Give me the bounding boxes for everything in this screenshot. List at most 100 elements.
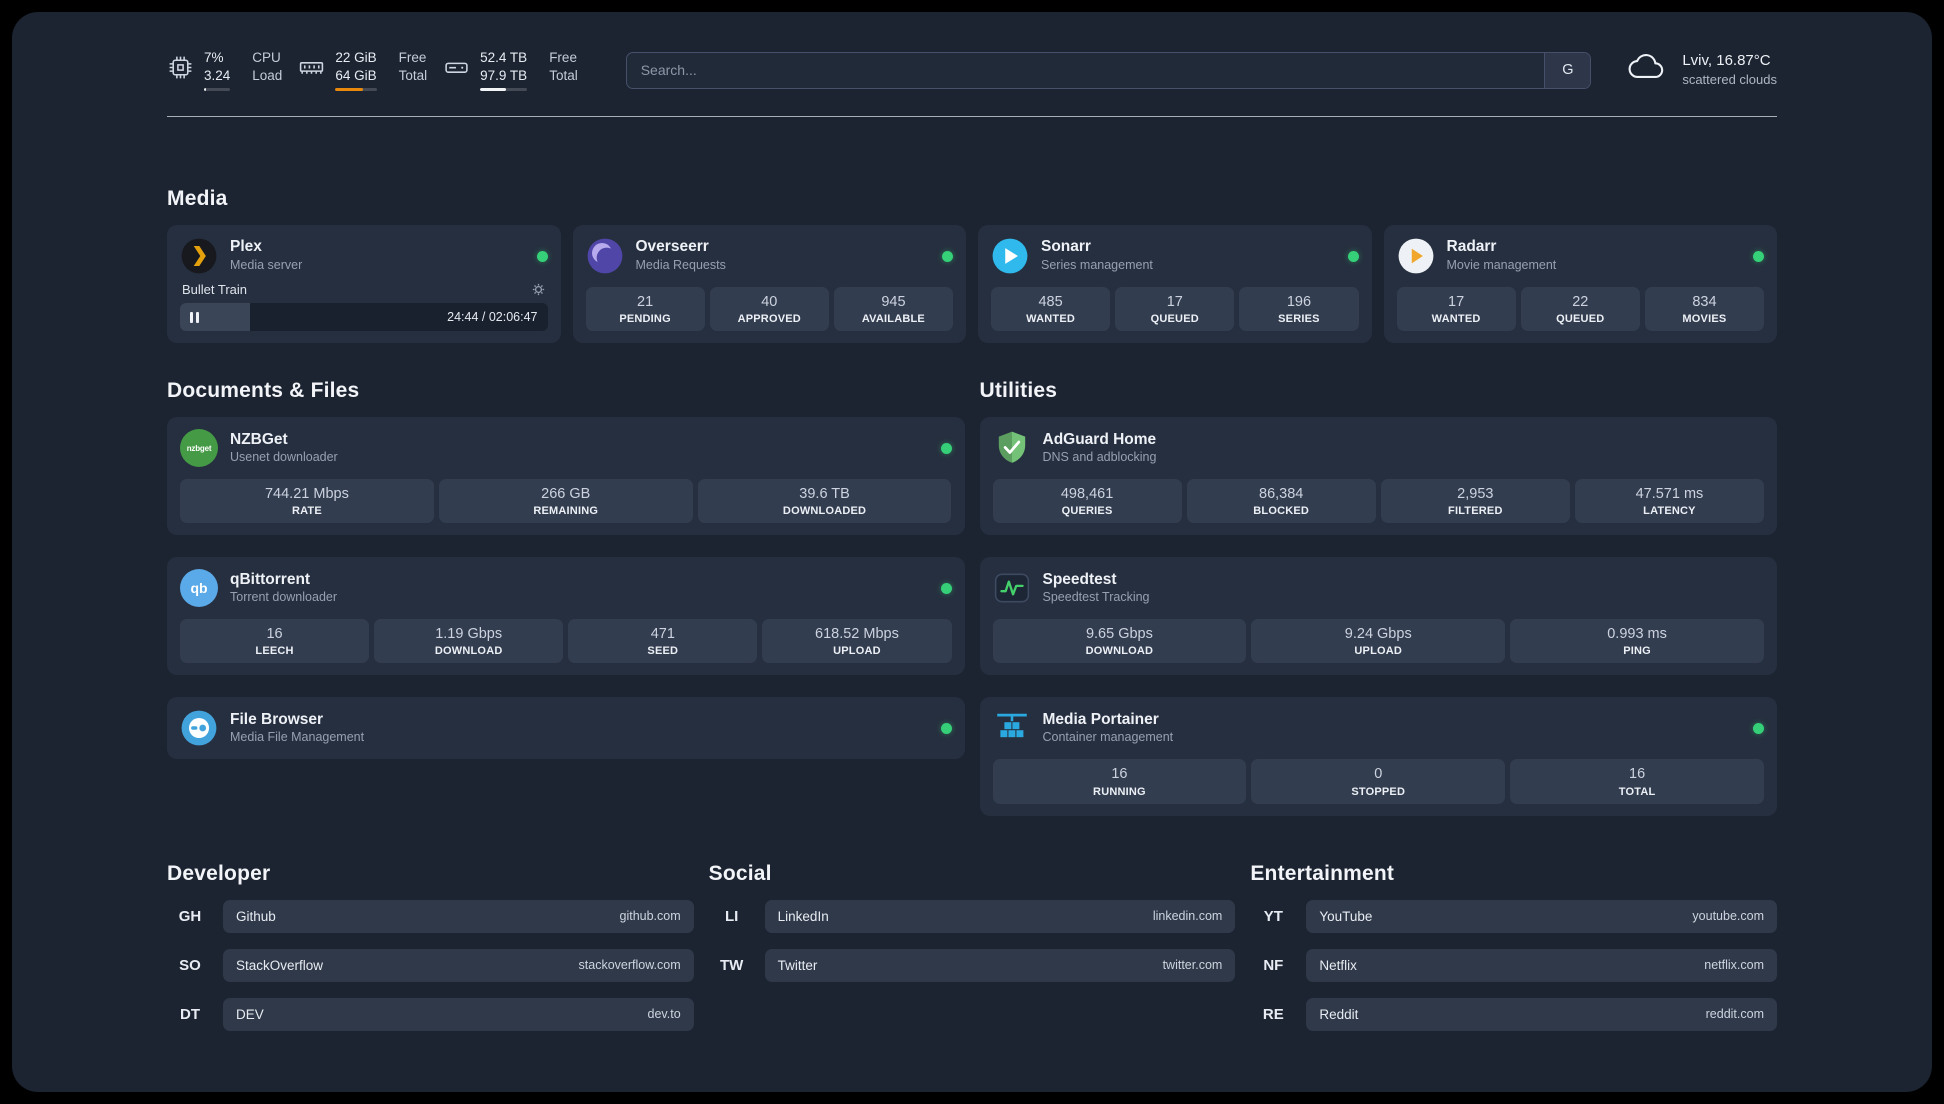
utilities-column: Utilities AdGuard Home DNS and adblockin…: [979, 379, 1777, 816]
weather-condition: scattered clouds: [1682, 72, 1777, 88]
section-title-utilities: Utilities: [979, 379, 1058, 403]
app-name: File Browser: [230, 710, 324, 728]
nzbget-icon: nzbget: [180, 429, 218, 468]
radarr-icon: [1397, 237, 1435, 275]
stat-tile: 9.65 Gbps DOWNLOAD: [992, 619, 1247, 664]
status-online-dot: [940, 582, 952, 594]
stat-tile: 22 QUEUED: [1520, 287, 1640, 332]
memory-usage-bar: [335, 88, 377, 92]
bookmark-link-github[interactable]: Github github.com: [223, 899, 694, 933]
app-card-plex[interactable]: Plex Media server Bullet Train 24:44 / 0…: [167, 225, 561, 344]
bookmarks-entertainment: Entertainment YT YouTube youtube.com NF …: [1250, 862, 1777, 1031]
status-online-dot: [1753, 722, 1764, 734]
sonarr-icon: [991, 237, 1029, 275]
stat-tile: 618.52 Mbps UPLOAD: [762, 619, 952, 664]
bookmark-abbr: GH: [178, 907, 202, 925]
header-divider: [167, 116, 1777, 117]
qbittorrent-icon: qb: [180, 569, 218, 608]
documents-column: Documents & Files nzbget NZBGet Usenet d…: [167, 379, 965, 760]
bookmark-link-netflix[interactable]: Netflix netflix.com: [1306, 948, 1777, 982]
filebrowser-icon: [180, 709, 218, 747]
app-subtitle: DNS and adblocking: [1042, 450, 1157, 465]
stat-tile: 1.19 Gbps DOWNLOAD: [374, 619, 564, 664]
bookmark-link-linkedin[interactable]: LinkedIn linkedin.com: [764, 899, 1236, 933]
adguard-icon: [993, 429, 1031, 467]
app-name: qBittorrent: [230, 570, 311, 588]
stat-tile: 196 SERIES: [1239, 287, 1359, 332]
cpu-load-label: Load: [252, 67, 283, 83]
app-subtitle: Torrent downloader: [230, 590, 338, 605]
now-playing-title: Bullet Train: [182, 282, 248, 297]
status-online-dot: [1753, 250, 1764, 262]
app-card-qbittorrent[interactable]: qb qBittorrent Torrent downloader 16 LEE…: [167, 557, 965, 676]
stat-tile: 0.993 ms PING: [1510, 619, 1764, 664]
stat-tile: 744.21 Mbps RATE: [180, 479, 434, 524]
media-card-row: Plex Media server Bullet Train 24:44 / 0…: [167, 225, 1777, 344]
bookmark-abbr: LI: [724, 907, 739, 925]
app-card-nzbget[interactable]: nzbget NZBGet Usenet downloader 744.21 M…: [167, 417, 965, 536]
bookmark-link-twitter[interactable]: Twitter twitter.com: [764, 948, 1236, 982]
stat-tile: 9.24 Gbps UPLOAD: [1251, 619, 1506, 664]
stat-tile: 266 GB REMAINING: [438, 479, 693, 524]
app-card-radarr[interactable]: Radarr Movie management 17 WANTED 22 QUE…: [1383, 225, 1777, 344]
app-subtitle: Series management: [1041, 257, 1153, 272]
dashboard-window: 7% 3.24 CPU Load 22 GiB 64 GiB Free Tota…: [12, 12, 1932, 1092]
stat-tile: 498,461 QUERIES: [992, 479, 1182, 524]
app-name: Radarr: [1446, 238, 1497, 256]
bookmark-link-youtube[interactable]: YouTube youtube.com: [1306, 899, 1777, 933]
memory-free-value: 22 GiB: [335, 49, 377, 65]
status-online-dot: [940, 442, 952, 454]
app-name: Speedtest: [1042, 570, 1117, 588]
app-card-filebrowser[interactable]: File Browser Media File Management: [167, 697, 965, 760]
disk-icon: [443, 54, 470, 86]
app-name: NZBGet: [230, 430, 288, 448]
search-input[interactable]: [626, 52, 1545, 88]
bookmark-link-dev[interactable]: DEV dev.to: [223, 997, 694, 1031]
stat-tile: 471 SEED: [568, 619, 758, 664]
status-online-dot: [942, 250, 953, 262]
app-subtitle: Speedtest Tracking: [1042, 590, 1150, 605]
app-subtitle: Container management: [1042, 730, 1174, 745]
memory-free-label: Free: [398, 49, 427, 65]
app-card-speedtest[interactable]: Speedtest Speedtest Tracking 9.65 Gbps D…: [979, 557, 1777, 676]
stat-tile: 47.571 ms LATENCY: [1574, 479, 1764, 524]
disk-free-value: 52.4 TB: [480, 49, 528, 65]
app-card-overseerr[interactable]: Overseerr Media Requests 21 PENDING 40 A…: [572, 225, 966, 344]
stat-tile: 0 STOPPED: [1251, 759, 1506, 804]
bookmark-link-stackoverflow[interactable]: StackOverflow stackoverflow.com: [223, 948, 694, 982]
stat-tile: 21 PENDING: [585, 287, 705, 332]
app-card-portainer[interactable]: Media Portainer Container management 16 …: [979, 697, 1777, 816]
plex-now-playing: Bullet Train 24:44 / 02:06:47: [180, 282, 548, 331]
stat-tile: 16 TOTAL: [1510, 759, 1764, 804]
cpu-usage-bar: [204, 88, 231, 92]
search-engine-button[interactable]: G: [1544, 52, 1591, 88]
gear-icon[interactable]: [531, 282, 546, 297]
disk-total-label: Total: [549, 67, 578, 83]
app-subtitle: Usenet downloader: [230, 450, 338, 465]
pause-button[interactable]: [190, 311, 199, 323]
app-subtitle: Media server: [230, 257, 303, 272]
playback-time: 24:44 / 02:06:47: [447, 310, 538, 324]
app-card-adguard[interactable]: AdGuard Home DNS and adblocking 498,461 …: [979, 417, 1777, 536]
bookmark-abbr: TW: [719, 956, 744, 974]
playback-progress-bar[interactable]: 24:44 / 02:06:47: [180, 303, 548, 331]
plex-icon: [180, 237, 218, 275]
app-name: Sonarr: [1041, 238, 1091, 256]
disk-usage-bar: [480, 88, 528, 92]
app-card-sonarr[interactable]: Sonarr Series management 485 WANTED 17 Q…: [978, 225, 1372, 344]
stat-tile: 86,384 BLOCKED: [1186, 479, 1376, 524]
stat-tile: 17 WANTED: [1396, 287, 1516, 332]
disk-total-value: 97.9 TB: [480, 67, 528, 83]
stat-tile: 485 WANTED: [991, 287, 1111, 332]
status-online-dot: [1347, 250, 1359, 262]
app-subtitle: Media Requests: [635, 257, 726, 272]
section-title-entertainment: Entertainment: [1250, 861, 1395, 885]
stat-tile: 945 AVAILABLE: [833, 287, 954, 332]
disk-free-label: Free: [549, 49, 577, 65]
search-bar: G: [625, 51, 1592, 89]
stat-tile: 2,953 FILTERED: [1380, 479, 1570, 524]
app-name: Overseerr: [635, 238, 709, 256]
bookmark-link-reddit[interactable]: Reddit reddit.com: [1306, 997, 1777, 1031]
bookmark-abbr: RE: [1262, 1005, 1284, 1023]
weather-widget: Lviv, 16.87°C scattered clouds: [1627, 51, 1777, 89]
